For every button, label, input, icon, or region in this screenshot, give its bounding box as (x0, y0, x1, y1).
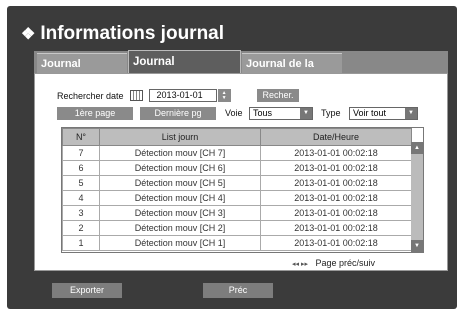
row-number: 7 (62, 145, 100, 161)
row-datetime: 2013-01-01 00:02:18 (260, 145, 412, 161)
row-log-entry: Détection mouv [CH 6] (99, 160, 261, 176)
table-row[interactable]: 5 Détection mouv [CH 5] 2013-01-01 00:02:1… (62, 175, 412, 191)
first-page-button[interactable]: 1ère page (57, 107, 133, 120)
row-log-entry: Détection mouv [CH 7] (99, 145, 261, 161)
date-field[interactable]: 2013-01-01 (148, 89, 217, 102)
page-title: Informations journal (40, 23, 225, 44)
search-date-label: Rechercher date (57, 90, 124, 101)
type-select[interactable]: Voir tout ▼ (349, 107, 418, 120)
search-date-row: Rechercher date 2013-01-01 ▲ ▼ (57, 89, 231, 102)
row-log-entry: Détection mouv [CH 3] (99, 205, 261, 221)
row-log-entry: Détection mouv [CH 2] (99, 220, 261, 236)
page-navigation[interactable]: ◂◂ ▸▸ Page préc/suiv (292, 258, 375, 268)
type-label: Type (321, 108, 341, 118)
table-header-row: N° List journ Date/Heure (62, 128, 412, 146)
row-log-entry: Détection mouv [CH 1] (99, 235, 261, 251)
header-datetime: Date/Heure (260, 128, 412, 146)
table-row[interactable]: 6 Détection mouv [CH 6] 2013-01-01 00:02:1… (62, 160, 412, 176)
row-number: 1 (62, 235, 100, 251)
table-row[interactable]: 1 Détection mouv [CH 1] 2013-01-01 00:02:1… (62, 235, 412, 251)
type-select-value: Voir tout (353, 108, 387, 118)
table-row[interactable]: 2 Détection mouv [CH 2] 2013-01-01 00:02:1… (62, 220, 412, 236)
row-number: 4 (62, 190, 100, 206)
export-button[interactable]: Exporter (52, 283, 122, 298)
chevron-down-icon[interactable]: ▼ (300, 108, 312, 119)
tab-backup-log[interactable]: Journal de la sauv. (242, 53, 342, 90)
table-scrollbar[interactable]: ▲ ▼ (411, 142, 423, 252)
tab-event-log[interactable]: Journal événements (128, 50, 241, 90)
last-page-button[interactable]: Dernière pg (140, 107, 216, 120)
row-datetime: 2013-01-01 00:02:18 (260, 175, 412, 191)
row-datetime: 2013-01-01 00:02:18 (260, 205, 412, 221)
row-datetime: 2013-01-01 00:02:18 (260, 160, 412, 176)
row-log-entry: Détection mouv [CH 5] (99, 175, 261, 191)
table-row[interactable]: 7 Détection mouv [CH 7] 2013-01-01 00:02:1… (62, 145, 412, 161)
row-number: 3 (62, 205, 100, 221)
header-number: N° (62, 128, 100, 146)
prev-button[interactable]: Préc (203, 283, 273, 298)
table-row[interactable]: 4 Détection mouv [CH 4] 2013-01-01 00:02:1… (62, 190, 412, 206)
prev-next-icon[interactable]: ◂◂ ▸▸ (292, 261, 308, 268)
channel-select-value: Tous (253, 108, 273, 118)
diamond-icon: ❖ (21, 26, 36, 43)
search-button[interactable]: Recher. (257, 89, 299, 102)
chevron-down-icon[interactable]: ▼ (405, 108, 417, 119)
channel-select[interactable]: Tous ▼ (249, 107, 313, 120)
row-datetime: 2013-01-01 00:02:18 (260, 190, 412, 206)
scroll-down-icon[interactable]: ▼ (411, 240, 423, 252)
row-number: 6 (62, 160, 100, 176)
tab-bar: Journal système Journal événements Journ… (34, 50, 448, 90)
channel-label: Voie (225, 108, 243, 118)
event-log-panel: Rechercher date 2013-01-01 ▲ ▼ Recher. 1… (34, 73, 448, 271)
log-info-window: ❖ Informations journal Journal système J… (7, 6, 457, 309)
tab-system-log[interactable]: Journal système (37, 53, 127, 90)
table-row[interactable]: 3 Détection mouv [CH 3] 2013-01-01 00:02:1… (62, 205, 412, 221)
row-datetime: 2013-01-01 00:02:18 (260, 235, 412, 251)
scroll-up-icon[interactable]: ▲ (411, 142, 423, 154)
event-log-table: N° List journ Date/Heure 7 Détection mouv… (61, 127, 424, 253)
header-log-list: List journ (99, 128, 261, 146)
calendar-icon[interactable] (129, 90, 143, 101)
page-title-row: ❖ Informations journal (21, 23, 224, 45)
page-navigation-label: Page préc/suiv (315, 258, 376, 268)
date-spinner[interactable]: ▲ ▼ (217, 89, 231, 102)
spin-down-icon[interactable]: ▼ (222, 95, 227, 101)
row-log-entry: Détection mouv [CH 4] (99, 190, 261, 206)
row-number: 5 (62, 175, 100, 191)
row-datetime: 2013-01-01 00:02:18 (260, 220, 412, 236)
row-number: 2 (62, 220, 100, 236)
